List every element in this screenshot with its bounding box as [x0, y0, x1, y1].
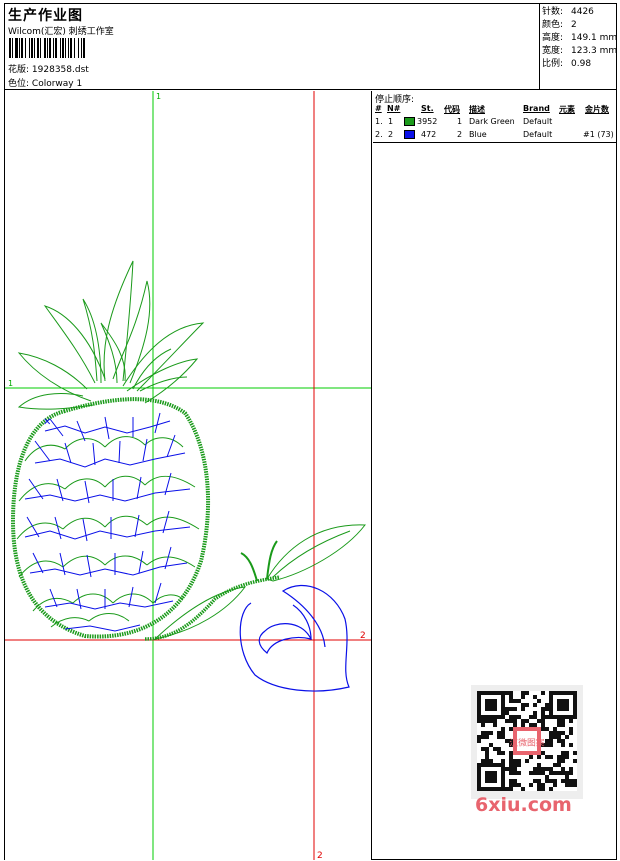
- colorway-label: 色位:: [8, 79, 30, 89]
- embroidery-preview: 1 1 2 2 ✕: [5, 91, 371, 860]
- design-file-line: 花版: 1928358.dst: [8, 62, 89, 75]
- peach-shape: [239, 584, 350, 692]
- production-sheet: 生产作业图 Wilcom(汇宏) 刺绣工作室 花版: 1928358.dst 色…: [4, 3, 617, 860]
- table-divider: [373, 142, 616, 143]
- col-st: St.: [421, 104, 434, 113]
- stop-sequence-panel: 停止顺序: # N# St. 代码 描述 Brand 元素 金片数 1. 1 3…: [373, 91, 616, 860]
- qr-code: 汉微图案: [471, 685, 583, 799]
- design-file-label: 花版:: [8, 65, 30, 75]
- col-element: 元素: [559, 105, 575, 114]
- pineapple-body: ✕: [10, 397, 211, 639]
- table-row: 1. 1 3952 1 Dark Green Default: [375, 117, 553, 126]
- leaf-vein: [272, 530, 351, 578]
- qr-stamp-text: 汉微图案: [509, 736, 544, 748]
- col-no: N#: [387, 104, 401, 113]
- col-sequin: 金片数: [585, 105, 609, 114]
- stat-width: 宽度: 123.3 mm: [542, 46, 618, 56]
- stat-scale: 比例: 0.98: [542, 59, 592, 69]
- stem-leaves: [144, 524, 366, 641]
- colorway-value: Colorway 1: [31, 79, 83, 89]
- col-hash: #: [375, 104, 382, 113]
- design-stats: 针数: 4426 颜色: 2 高度: 149.1 mm 宽度: 123.3 mm 比例:…: [539, 4, 618, 90]
- colorway-line: 色位: Colorway 1: [8, 76, 82, 89]
- col-code: 代码: [444, 105, 460, 114]
- studio-name: Wilcom(汇宏) 刺绣工作室: [8, 27, 114, 37]
- stem-tendrils: [240, 540, 278, 582]
- table-header: # N# St. 代码 描述 Brand 元素 金片数: [373, 103, 616, 116]
- watermark-text: 6xiu.com: [475, 794, 572, 816]
- guide-label-green-left: 1: [8, 379, 13, 388]
- page-title: 生产作业图: [8, 8, 83, 24]
- guide-label-green-top: 1: [156, 92, 161, 101]
- qr-code-image: 汉微图案: [477, 691, 577, 791]
- table-row: 2. 2 472 2 Blue Default #1 (73): [375, 130, 614, 139]
- stat-stitches: 针数: 4426: [542, 7, 594, 17]
- stop-sequence-table: # N# St. 代码 描述 Brand 元素 金片数 1. 1 3952 1 …: [373, 103, 616, 142]
- pineapple-scales: [16, 436, 200, 628]
- color-swatch-blue: [404, 130, 415, 139]
- guide-label-red-bottom: 2: [317, 851, 323, 860]
- barcode: [9, 38, 145, 58]
- leaf-upper: [266, 524, 366, 582]
- col-brand: Brand: [523, 104, 550, 113]
- sheet-header: 生产作业图 Wilcom(汇宏) 刺绣工作室 花版: 1928358.dst 色…: [5, 4, 618, 90]
- design-canvas: 1 1 2 2 ✕: [5, 91, 372, 860]
- pineapple-crown: [17, 260, 205, 410]
- stat-height: 高度: 149.1 mm: [542, 33, 618, 43]
- design-file-name: 1928358.dst: [31, 65, 89, 75]
- header-info: 生产作业图 Wilcom(汇宏) 刺绣工作室 花版: 1928358.dst 色…: [8, 4, 538, 90]
- guide-label-red-right: 2: [360, 631, 366, 641]
- start-marker: ✕: [43, 417, 51, 428]
- color-swatch-green: [404, 117, 415, 126]
- col-desc: 描述: [469, 105, 485, 114]
- stat-colors: 颜色: 2: [542, 20, 577, 30]
